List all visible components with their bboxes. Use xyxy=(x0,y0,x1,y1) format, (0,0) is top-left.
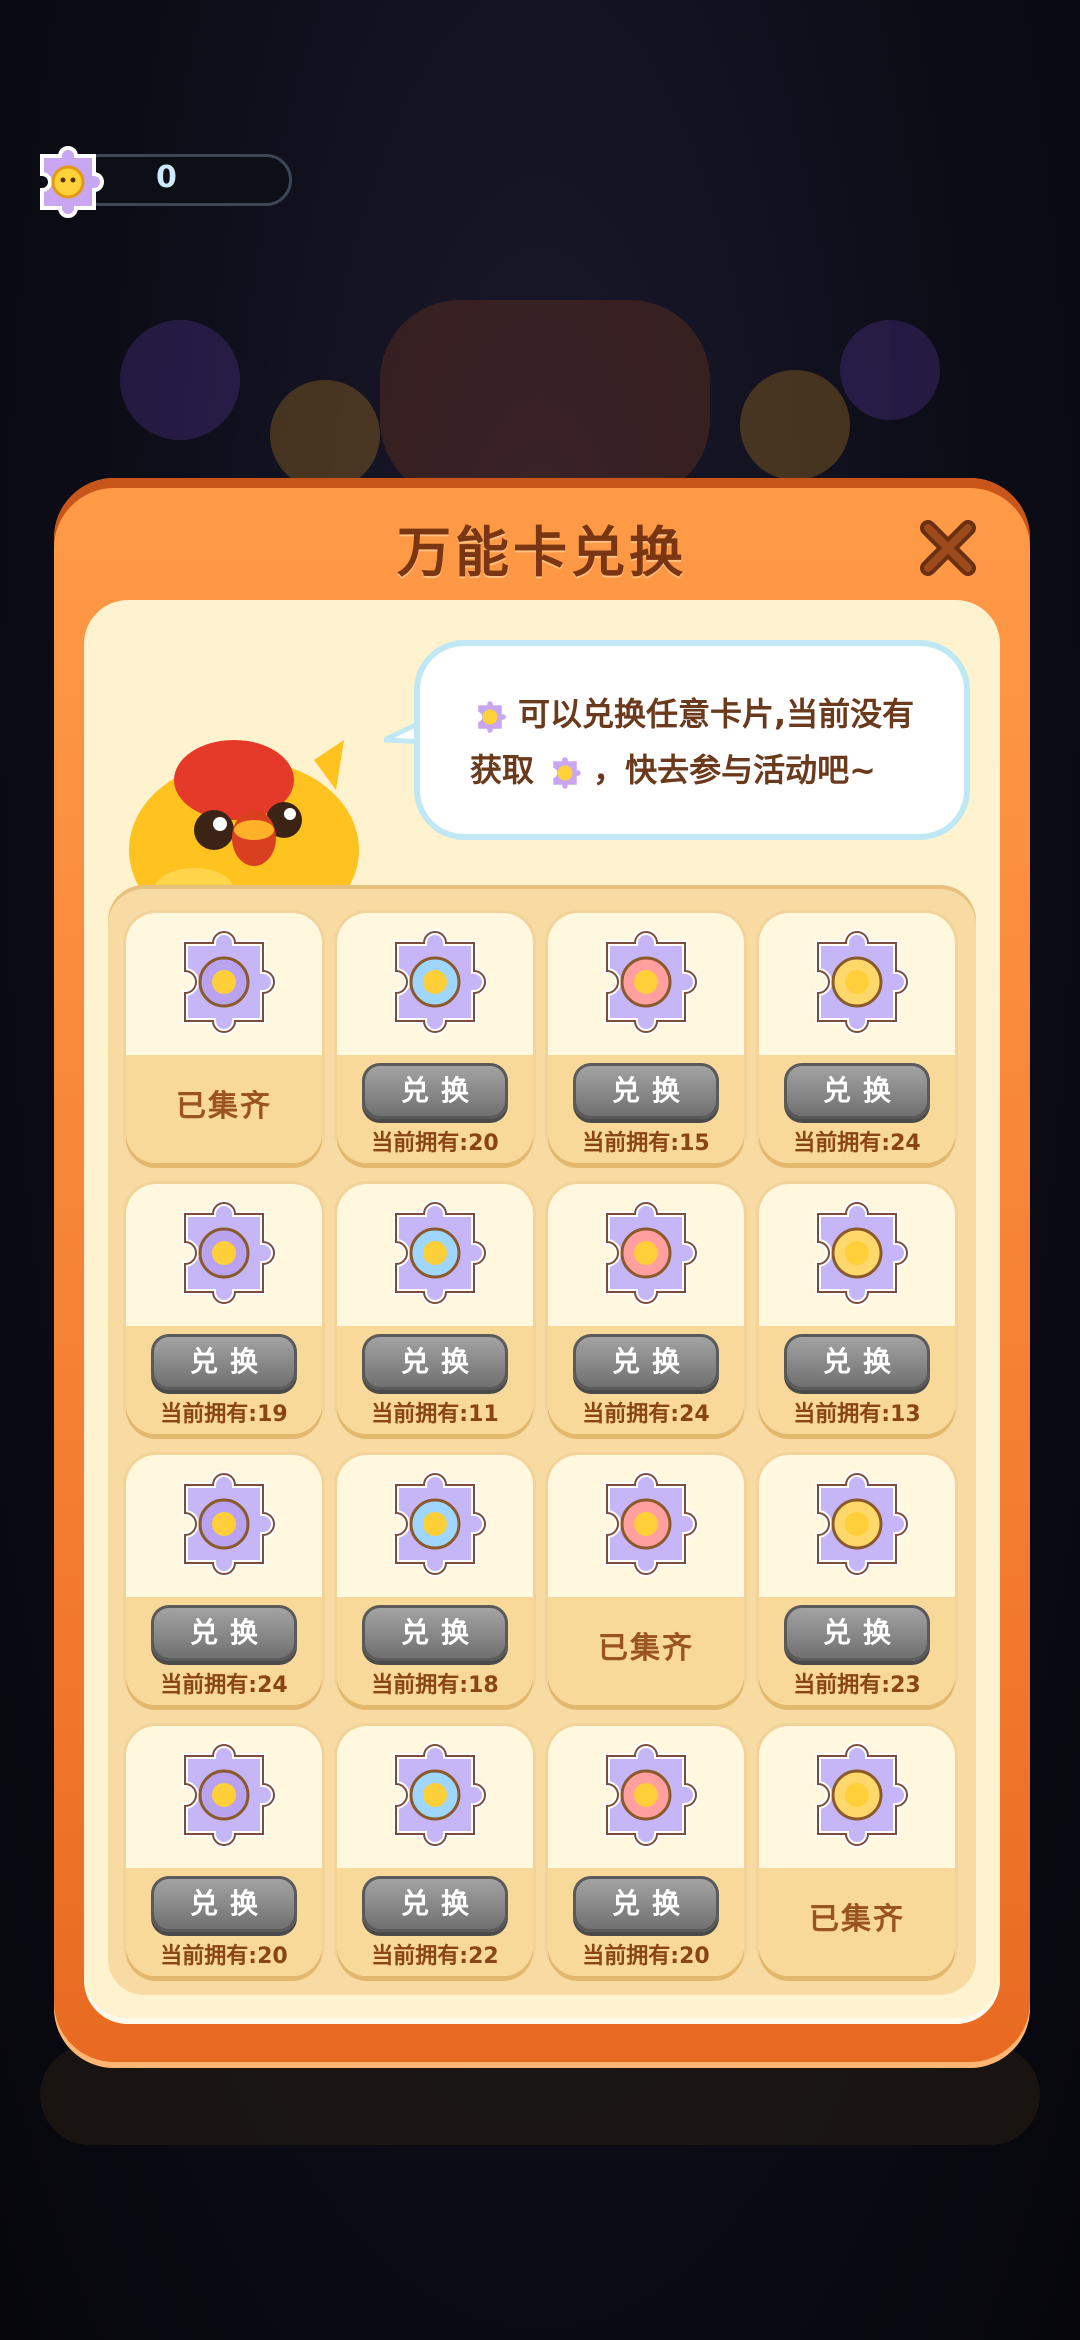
exchange-card: 兑换当前拥有:22 xyxy=(337,1726,533,1976)
exchange-button[interactable]: 兑换 xyxy=(151,1876,297,1932)
exchange-card: 已集齐 xyxy=(126,913,322,1163)
owned-count: 当前拥有:20 xyxy=(582,1944,710,1969)
pink-fish-card-icon xyxy=(593,1471,699,1577)
fox-cat-card-icon xyxy=(171,1471,277,1577)
owned-count: 当前拥有:11 xyxy=(371,1402,499,1427)
modal-title: 万能卡兑换 xyxy=(397,521,687,584)
pagoda-card-icon xyxy=(593,1200,699,1306)
blue-knight-card-icon xyxy=(171,1742,277,1848)
owned-count: 当前拥有:19 xyxy=(160,1402,288,1427)
collected-label: 已集齐 xyxy=(176,1089,272,1124)
gold-card-icon xyxy=(545,752,585,792)
collected-label: 已集齐 xyxy=(598,1631,694,1666)
gold-card-icon xyxy=(470,696,510,736)
hi-sign-card-icon xyxy=(593,1742,699,1848)
owned-count: 当前拥有:15 xyxy=(582,1131,710,1156)
exchange-button[interactable]: 兑换 xyxy=(784,1063,930,1119)
exchange-button[interactable]: 兑换 xyxy=(362,1605,508,1661)
exchange-card: 兑换当前拥有:18 xyxy=(337,1455,533,1705)
universal-card-exchange-modal: 万能卡兑换 可以兑换任意卡片,当前没有 获取 ，快去参与活动吧~ 已集齐 兑换 … xyxy=(54,478,1030,2068)
exchange-button[interactable]: 兑换 xyxy=(362,1063,508,1119)
bubble-line-1: 可以兑换任意卡片,当前没有 xyxy=(518,695,915,733)
owned-count: 当前拥有:18 xyxy=(371,1673,499,1698)
exchange-card: 兑换当前拥有:24 xyxy=(759,913,955,1163)
exchange-card: 兑换当前拥有:24 xyxy=(548,1184,744,1434)
chicken-stage-card-icon xyxy=(171,929,277,1035)
exchange-card: 兑换当前拥有:24 xyxy=(126,1455,322,1705)
exchange-button[interactable]: 兑换 xyxy=(784,1605,930,1661)
exchange-card: 兑换当前拥有:23 xyxy=(759,1455,955,1705)
exchange-card: 兑换当前拥有:20 xyxy=(548,1726,744,1976)
heart-arch-card-icon xyxy=(171,1200,277,1306)
chick-mascot xyxy=(114,720,374,940)
modal-content: 可以兑换任意卡片,当前没有 获取 ，快去参与活动吧~ 已集齐 兑换 当前拥有:20 兑… xyxy=(84,600,1000,2024)
owned-count: 当前拥有:20 xyxy=(371,1131,499,1156)
owned-count: 当前拥有:24 xyxy=(793,1131,921,1156)
exchange-button[interactable]: 兑换 xyxy=(151,1334,297,1390)
owned-count: 当前拥有:20 xyxy=(160,1944,288,1969)
exchange-button[interactable]: 兑换 xyxy=(362,1334,508,1390)
close-icon[interactable] xyxy=(916,516,980,580)
owned-count: 当前拥有:24 xyxy=(582,1402,710,1427)
exchange-card: 兑换当前拥有:20 xyxy=(337,913,533,1163)
universal-card-counter: 0 xyxy=(28,140,292,220)
wreath-card-icon xyxy=(382,929,488,1035)
exchange-card: 兑换当前拥有:11 xyxy=(337,1184,533,1434)
owned-count: 当前拥有:22 xyxy=(371,1944,499,1969)
exchange-card: 兑换当前拥有:15 xyxy=(548,913,744,1163)
tea-table-card-icon xyxy=(593,929,699,1035)
exchange-card: 兑换当前拥有:20 xyxy=(126,1726,322,1976)
red-hat-hero-card-icon xyxy=(804,1471,910,1577)
exchange-button[interactable]: 兑换 xyxy=(573,1334,719,1390)
exchange-button[interactable]: 兑换 xyxy=(362,1876,508,1932)
exchange-card: 已集齐 xyxy=(548,1455,744,1705)
bubble-text: 可以兑换任意卡片,当前没有 获取 ，快去参与活动吧~ xyxy=(470,686,940,798)
exchange-button[interactable]: 兑换 xyxy=(784,1334,930,1390)
exchange-button[interactable]: 兑换 xyxy=(573,1063,719,1119)
chicken-sprout-card-icon xyxy=(382,1471,488,1577)
exchange-card: 兑换当前拥有:19 xyxy=(126,1184,322,1434)
owned-count: 当前拥有:13 xyxy=(793,1402,921,1427)
owned-count: 当前拥有:23 xyxy=(793,1673,921,1698)
gold-card-icon xyxy=(28,140,108,220)
speech-bubble: 可以兑换任意卡片,当前没有 获取 ，快去参与活动吧~ xyxy=(414,640,970,840)
exchange-button[interactable]: 兑换 xyxy=(151,1605,297,1661)
exchange-button[interactable]: 兑换 xyxy=(573,1876,719,1932)
owned-count: 当前拥有:24 xyxy=(160,1673,288,1698)
card-grid-panel: 已集齐 兑换 当前拥有:20 兑换 当前拥有:15 兑换 当前拥有:24 兑换 当前拥有:19 兑… xyxy=(108,885,976,1995)
collected-label: 已集齐 xyxy=(809,1902,905,1937)
exchange-card: 兑换当前拥有:13 xyxy=(759,1184,955,1434)
counter-value: 0 xyxy=(156,160,177,195)
bear-chef-card-icon xyxy=(382,1742,488,1848)
flower-knot-card-icon xyxy=(804,1200,910,1306)
flower-wreath-card-icon xyxy=(382,1200,488,1306)
hi-sign-pink-card-icon xyxy=(804,1742,910,1848)
bubble-line-2-prefix: 获取 xyxy=(470,751,535,789)
exchange-card: 已集齐 xyxy=(759,1726,955,1976)
bubble-line-2-suffix: ，快去参与活动吧~ xyxy=(593,751,876,789)
cow-frame-card-icon xyxy=(804,929,910,1035)
